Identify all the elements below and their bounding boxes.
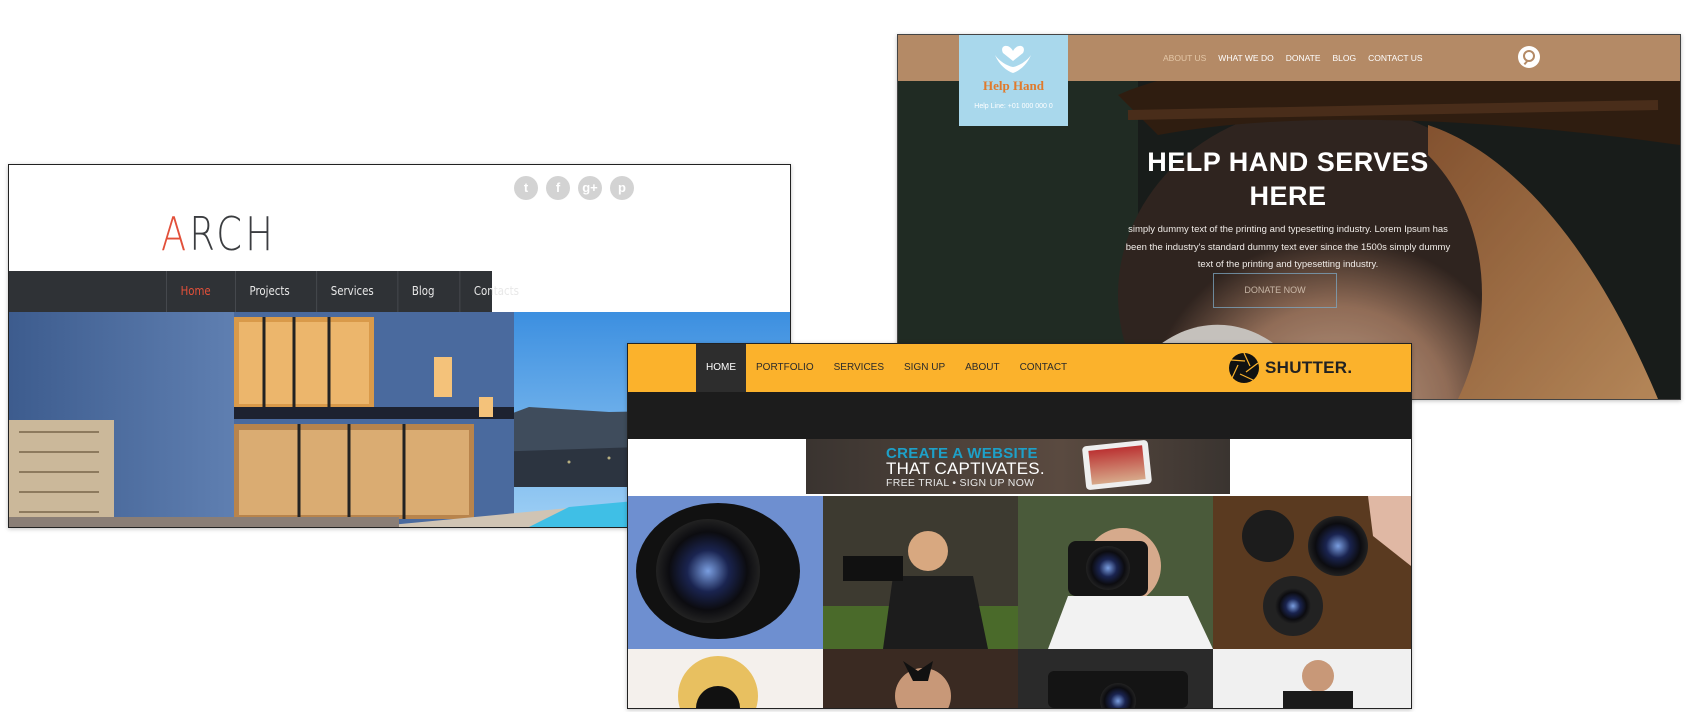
photo-grid <box>628 496 1411 708</box>
arch-navbar: Home Projects Services Blog Contacts <box>9 271 519 312</box>
arch-nav-contacts[interactable]: Contacts <box>459 271 532 312</box>
helphand-nav-donate[interactable]: DONATE <box>1286 53 1321 63</box>
hero-title-line-2: HERE <box>1249 181 1327 211</box>
hero-title: HELP HAND SERVES HERE <box>1078 145 1498 213</box>
pinterest-icon[interactable]: p <box>610 176 634 200</box>
shutter-brand-name: SHUTTER. <box>1265 358 1353 377</box>
helpline-text: Help Line: +01 000 000 0 <box>974 103 1053 110</box>
shutter-nav-about[interactable]: ABOUT <box>955 344 1009 392</box>
hero-text-line-2: been the industry's standard dummy text … <box>1125 241 1451 253</box>
hands-heart-icon <box>995 45 1031 73</box>
arch-nav-projects[interactable]: Projects <box>235 271 303 312</box>
helphand-nav-what-we-do[interactable]: WHAT WE DO <box>1218 53 1273 63</box>
arch-nav-services[interactable]: Services <box>316 271 387 312</box>
arch-nav-home[interactable]: Home <box>166 271 224 312</box>
photo-tile-row2-2 <box>823 649 1018 708</box>
arch-logo[interactable]: ARCH <box>161 207 276 261</box>
helphand-logo-name: Help Hand <box>982 78 1045 93</box>
photo-tile-row2-3 <box>1018 649 1213 708</box>
shutter-nav-signup[interactable]: SIGN UP <box>894 344 955 392</box>
photo-tile-photographer-1 <box>823 496 1018 649</box>
helphand-nav-blog[interactable]: BLOG <box>1333 53 1357 63</box>
ad-line-3: FREE TRIAL • SIGN UP NOW <box>886 477 1035 489</box>
shutter-nav-home[interactable]: HOME <box>696 344 746 392</box>
photo-tile-lens <box>628 496 823 649</box>
shutter-template-screenshot: HOME PORTFOLIO SERVICES SIGN UP ABOUT CO… <box>627 343 1412 709</box>
arch-logo-rest: RCH <box>189 207 277 261</box>
photo-tile-lenses <box>1213 496 1411 649</box>
ad-banner[interactable]: CREATE A WEBSITE THAT CAPTIVATES. FREE T… <box>806 439 1230 494</box>
arch-nav-blog[interactable]: Blog <box>397 271 449 312</box>
hero-text-line-3: text of the printing and typesetting ind… <box>1197 259 1379 270</box>
shutter-nav: HOME PORTFOLIO SERVICES SIGN UP ABOUT CO… <box>696 344 1077 392</box>
facebook-icon[interactable]: f <box>546 176 570 200</box>
shutter-nav-services[interactable]: SERVICES <box>824 344 894 392</box>
search-icon[interactable] <box>1518 46 1540 68</box>
hero-text-line-1: simply dummy text of the printing and ty… <box>1128 224 1448 235</box>
hero-title-line-1: HELP HAND SERVES <box>1147 147 1429 177</box>
photo-tile-photographer-2 <box>1018 496 1213 649</box>
helphand-nav-contact[interactable]: CONTACT US <box>1368 53 1422 63</box>
shutter-logo[interactable]: SHUTTER. <box>1228 352 1352 384</box>
googleplus-icon[interactable]: g+ <box>578 176 602 200</box>
shutter-nav-portfolio[interactable]: PORTFOLIO <box>746 344 824 392</box>
helphand-hero: HELP HAND SERVES HERE simply dummy text o… <box>1078 145 1498 274</box>
aperture-icon <box>1229 352 1259 383</box>
helphand-nav: ABOUT US WHAT WE DO DONATE BLOG CONTACT … <box>1163 35 1423 81</box>
photo-tile-row2-4 <box>1213 649 1411 708</box>
tablet-image <box>1081 439 1153 491</box>
photo-tile-row2-1 <box>628 649 823 708</box>
shutter-nav-contact[interactable]: CONTACT <box>1010 344 1078 392</box>
hero-description: simply dummy text of the printing and ty… <box>1078 221 1498 274</box>
arch-logo-accent: A <box>161 207 190 261</box>
social-links: t f g+ p <box>514 176 634 200</box>
twitter-icon[interactable]: t <box>514 176 538 200</box>
helphand-logo[interactable]: Help Hand Help Line: +01 000 000 0 <box>959 35 1068 126</box>
shutter-black-band <box>628 392 1411 439</box>
helphand-nav-about[interactable]: ABOUT US <box>1163 53 1206 63</box>
ad-line-2: THAT CAPTIVATES. <box>886 459 1045 478</box>
donate-now-button[interactable]: DONATE NOW <box>1213 273 1337 308</box>
